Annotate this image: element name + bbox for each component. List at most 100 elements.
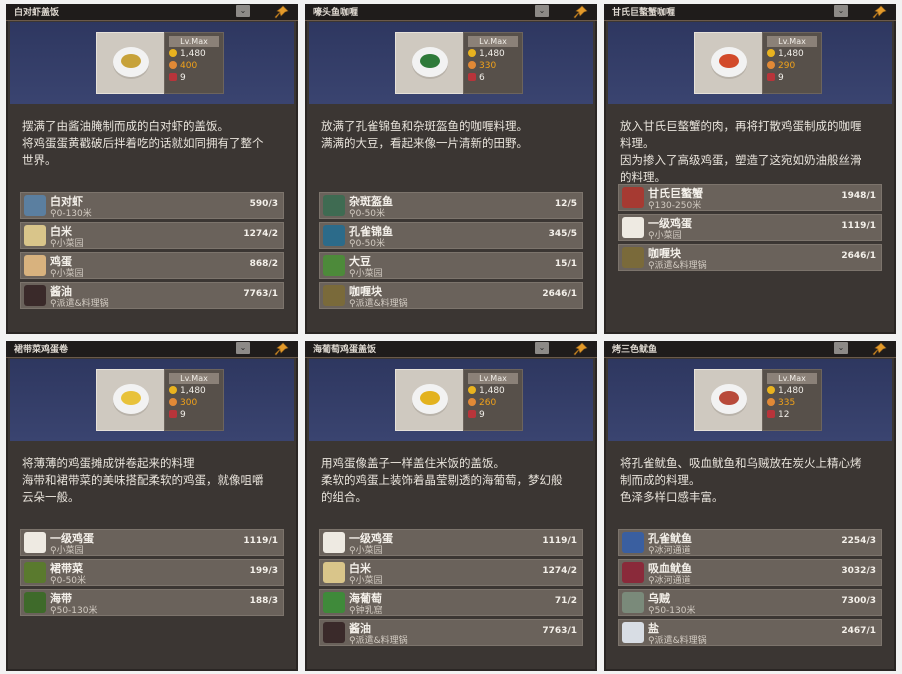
ingredient-count: 3032/3 [841,566,876,576]
ingredient-location: ⚲派遣&料理锅 [349,296,408,309]
dropdown-button[interactable]: ⌄ [236,342,250,354]
recipe-card: 海葡萄鸡蛋盖饭 ⌄ Lv.Max 1,480 260 9 用鸡蛋像盖子一样盖住米饭的盖饭。柔… [305,341,597,671]
ingredient-row[interactable]: 白对虾 ⚲0-130米 590/3 [20,192,284,219]
chevron-down-icon: ⌄ [837,6,845,15]
location-pin-icon: ⚲ [349,606,356,616]
level-badge: Lv.Max [169,36,219,47]
ingredient-row[interactable]: 孔雀鱿鱼 ⚲冰河通道 2254/3 [618,529,882,556]
portion-icon [767,410,775,418]
ingredient-row[interactable]: 咖喱块 ⚲派遣&料理锅 2646/1 [618,244,882,271]
location-pin-icon: ⚲ [648,231,655,241]
pin-icon[interactable] [274,4,290,19]
ingredient-row[interactable]: 一级鸡蛋 ⚲小菜园 1119/1 [618,214,882,241]
description-line: 将孔雀鱿鱼、吸血鱿鱼和乌贼放在炭火上精心烤 [620,456,862,470]
description-line: 将薄薄的鸡蛋摊成饼卷起来的料理 [22,456,195,470]
stat-taste: 335 [767,398,795,409]
ingredient-location: ⚲50-130米 [648,603,695,616]
ingredient-row[interactable]: 咖喱块 ⚲派遣&料理锅 2646/1 [319,282,583,309]
ingredient-row[interactable]: 海带 ⚲50-130米 188/3 [20,589,284,616]
recipe-card: 裙带菜鸡蛋卷 ⌄ Lv.Max 1,480 300 9 将薄薄的鸡蛋摊成饼卷起来的料理 海带和… [6,341,298,671]
ingredient-row[interactable]: 酱油 ⚲派遣&料理锅 7763/1 [20,282,284,309]
description-line: 色泽多样口感丰富。 [620,490,724,504]
ingredient-location: ⚲小菜园 [349,266,383,279]
location-pin-icon: ⚲ [648,636,655,646]
ingredient-row[interactable]: 大豆 ⚲小菜园 15/1 [319,252,583,279]
dropdown-button[interactable]: ⌄ [834,342,848,354]
location-text: 0-50米 [56,576,87,586]
plate-icon [412,47,448,77]
salt-icon [622,622,644,643]
dropdown-button[interactable]: ⌄ [236,5,250,17]
egg-icon [622,217,644,238]
curry-block-icon [323,285,345,306]
pin-icon[interactable] [872,341,888,356]
chevron-down-icon: ⌄ [239,6,247,15]
title-bar: 海葡萄鸡蛋盖饭 ⌄ [305,341,597,358]
dish-stats: Lv.Max 1,480 400 9 [164,32,224,94]
dropdown-button[interactable]: ⌄ [535,342,549,354]
dish-food [719,54,739,68]
location-text: 冰河通道 [654,576,691,586]
plate-icon [113,384,149,414]
ingredient-row[interactable]: 吸血鱿鱼 ⚲冰河通道 3032/3 [618,559,882,586]
dropdown-button[interactable]: ⌄ [535,5,549,17]
ingredient-location: ⚲小菜园 [50,266,84,279]
stat-value: 9 [778,73,784,83]
ingredient-row[interactable]: 盐 ⚲派遣&料理锅 2467/1 [618,619,882,646]
description-line: 放入甘氏巨螯蟹的肉，再将打散鸡蛋制成的咖喱 [620,119,862,133]
dropdown-button[interactable]: ⌄ [834,5,848,17]
stat-taste: 300 [169,398,197,409]
stat-taste: 260 [468,398,496,409]
location-pin-icon: ⚲ [648,261,655,271]
recipe-title: 嚎头鱼咖喱 [313,8,359,18]
location-text: 派遣&料理锅 [654,261,707,271]
description-line: 满满的大豆，看起来像一片清新的田野。 [321,136,528,150]
description-line: 放满了孔雀锦鱼和杂斑盔鱼的咖喱料理。 [321,119,528,133]
chevron-down-icon: ⌄ [239,343,247,352]
ingredient-row[interactable]: 孔雀锦鱼 ⚲0-50米 345/5 [319,222,583,249]
location-pin-icon: ⚲ [50,209,57,219]
ingredient-row[interactable]: 鸡蛋 ⚲小菜园 868/2 [20,252,284,279]
ingredient-row[interactable]: 酱油 ⚲派遣&料理锅 7763/1 [319,619,583,646]
dish-food [121,391,141,405]
stat-price: 1,480 [169,49,206,60]
dish-food [420,54,440,68]
stat-price: 1,480 [767,49,804,60]
level-badge: Lv.Max [767,373,817,384]
ingredient-count: 12/5 [554,199,577,209]
portion-icon [169,73,177,81]
pin-icon[interactable] [274,341,290,356]
portion-icon [767,73,775,81]
location-text: 小菜园 [56,269,84,279]
ingredient-location: ⚲冰河通道 [648,573,691,586]
pin-icon[interactable] [872,4,888,19]
ingredient-row[interactable]: 白米 ⚲小菜园 1274/2 [319,559,583,586]
level-badge: Lv.Max [169,373,219,384]
description-line: 云朵一般。 [22,490,80,504]
fish-icon [323,195,345,216]
ingredient-row[interactable]: 一级鸡蛋 ⚲小菜园 1119/1 [20,529,284,556]
ingredient-list: 白对虾 ⚲0-130米 590/3 白米 ⚲小菜园 1274/2 鸡蛋 ⚲小菜园 868/2 酱油… [20,192,284,312]
ingredient-location: ⚲0-50米 [349,236,385,249]
ingredient-count: 15/1 [554,259,577,269]
title-bar: 白对虾盖饭 ⌄ [6,4,298,21]
squid-icon [622,532,644,553]
pin-icon[interactable] [573,4,589,19]
stat-price: 1,480 [468,386,505,397]
coin-icon [767,49,775,57]
taste-icon [468,61,476,69]
ingredient-row[interactable]: 裙带菜 ⚲0-50米 199/3 [20,559,284,586]
ingredient-row[interactable]: 海葡萄 ⚲钟乳窟 71/2 [319,589,583,616]
ingredient-location: ⚲冰河通道 [648,543,691,556]
ingredient-row[interactable]: 一级鸡蛋 ⚲小菜园 1119/1 [319,529,583,556]
ingredient-row[interactable]: 白米 ⚲小菜园 1274/2 [20,222,284,249]
ingredient-row[interactable]: 乌贼 ⚲50-130米 7300/3 [618,589,882,616]
shrimp-icon [24,195,46,216]
egg-icon [24,532,46,553]
ingredient-row[interactable]: 杂斑盔鱼 ⚲0-50米 12/5 [319,192,583,219]
pin-icon[interactable] [573,341,589,356]
stat-value: 9 [479,410,485,420]
ingredient-count: 1119/1 [243,536,278,546]
ingredient-row[interactable]: 甘氏巨螯蟹 ⚲130-250米 1948/1 [618,184,882,211]
fish-icon [323,225,345,246]
